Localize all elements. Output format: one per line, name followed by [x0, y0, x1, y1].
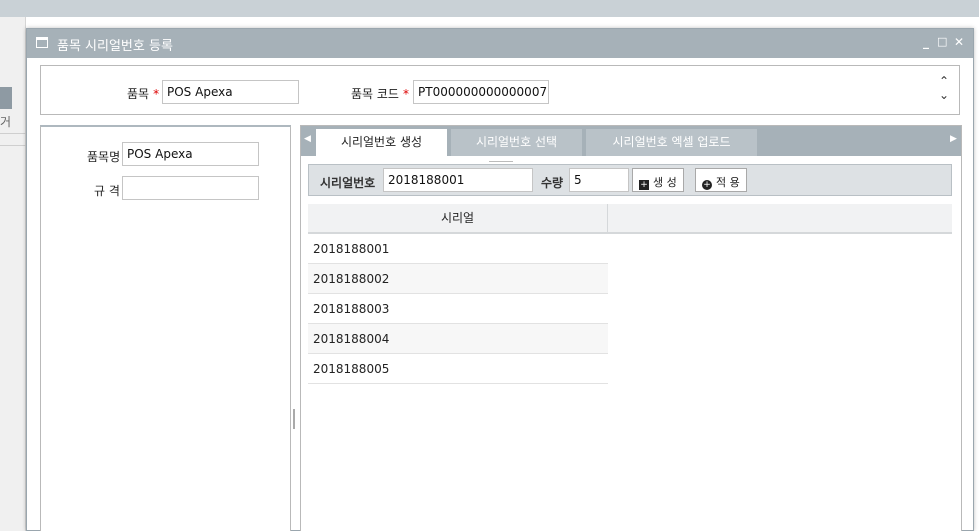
tab-bar: ◀ 시리얼번호 생성 시리얼번호 선택 시리얼번호 엑셀 업로드 ▶ — [301, 126, 961, 156]
serial-panel: ◀ 시리얼번호 생성 시리얼번호 선택 시리얼번호 엑셀 업로드 ▶ 시리얼번호… — [300, 125, 962, 531]
quantity-label: 수량 — [541, 176, 564, 190]
serial-toolbar: 시리얼번호 2018188001 수량 5 + 생 성 + 적 용 — [308, 164, 952, 196]
item-name-label: 품목명 — [87, 150, 121, 164]
quantity-input[interactable]: 5 — [569, 168, 629, 192]
close-button[interactable]: ✕ — [954, 35, 964, 49]
serial-register-dialog: 품목 시리얼번호 등록 _ □ ✕ 품목 * POS Apexa 품목 코드 * P… — [26, 28, 974, 531]
grid-body: 2018188001 2018188002 2018188003 2018188… — [308, 234, 608, 384]
background-text: 거 — [0, 115, 12, 129]
tab-grip — [489, 161, 513, 162]
background-app-left: 거 — [0, 17, 26, 531]
tab-scroll-right-icon[interactable]: ▶ — [950, 134, 957, 144]
background-divider — [0, 133, 26, 134]
generate-button[interactable]: + 생 성 — [632, 168, 684, 192]
plus-square-icon: + — [639, 180, 649, 190]
table-row[interactable]: 2018188002 — [308, 264, 608, 294]
background-dropdown — [0, 87, 12, 109]
dialog-title: 품목 시리얼번호 등록 — [57, 39, 173, 54]
apply-button[interactable]: + 적 용 — [695, 168, 747, 192]
item-code-field[interactable]: PT000000000000007 — [413, 80, 549, 104]
item-detail-panel: 품목명 POS Apexa 규 격 — [40, 125, 291, 531]
minimize-button[interactable]: _ — [923, 35, 929, 49]
dialog-titlebar[interactable]: 품목 시리얼번호 등록 _ □ ✕ — [27, 29, 973, 58]
background-app-header — [0, 0, 979, 17]
item-label: 품목 * — [127, 87, 160, 101]
apply-button-label: 적 용 — [716, 176, 740, 189]
tab-serial-select[interactable]: 시리얼번호 선택 — [451, 129, 582, 156]
serial-number-input[interactable]: 2018188001 — [383, 168, 533, 192]
panel-splitter[interactable] — [293, 409, 295, 429]
maximize-button[interactable]: □ — [937, 35, 947, 48]
tab-serial-excel-upload[interactable]: 시리얼번호 엑셀 업로드 — [586, 129, 757, 156]
chevron-up-icon[interactable]: ⌃ — [935, 74, 953, 88]
background-divider — [0, 145, 26, 146]
tab-serial-generate[interactable]: 시리얼번호 생성 — [316, 129, 447, 156]
form-scroll-control[interactable]: ⌃ ⌄ — [935, 74, 953, 106]
spec-field[interactable] — [122, 176, 259, 200]
table-row[interactable]: 2018188003 — [308, 294, 608, 324]
generate-button-label: 생 성 — [653, 176, 677, 189]
item-name-field[interactable]: POS Apexa — [122, 142, 259, 166]
table-row[interactable]: 2018188004 — [308, 324, 608, 354]
window-icon — [36, 37, 48, 48]
item-field[interactable]: POS Apexa — [162, 80, 299, 104]
serial-number-label: 시리얼번호 — [320, 176, 376, 190]
spec-label: 규 격 — [94, 184, 120, 198]
item-header-form: 품목 * POS Apexa 품목 코드 * PT000000000000007 ⌃… — [40, 65, 960, 115]
chevron-down-icon[interactable]: ⌄ — [935, 88, 953, 102]
table-row[interactable]: 2018188005 — [308, 354, 608, 384]
grid-header: 시리얼 — [308, 204, 952, 234]
tab-scroll-left-icon[interactable]: ◀ — [304, 134, 311, 144]
plus-circle-icon: + — [702, 180, 712, 190]
table-row[interactable]: 2018188001 — [308, 234, 608, 264]
item-code-label: 품목 코드 * — [351, 87, 409, 101]
column-header-serial[interactable]: 시리얼 — [308, 204, 608, 232]
